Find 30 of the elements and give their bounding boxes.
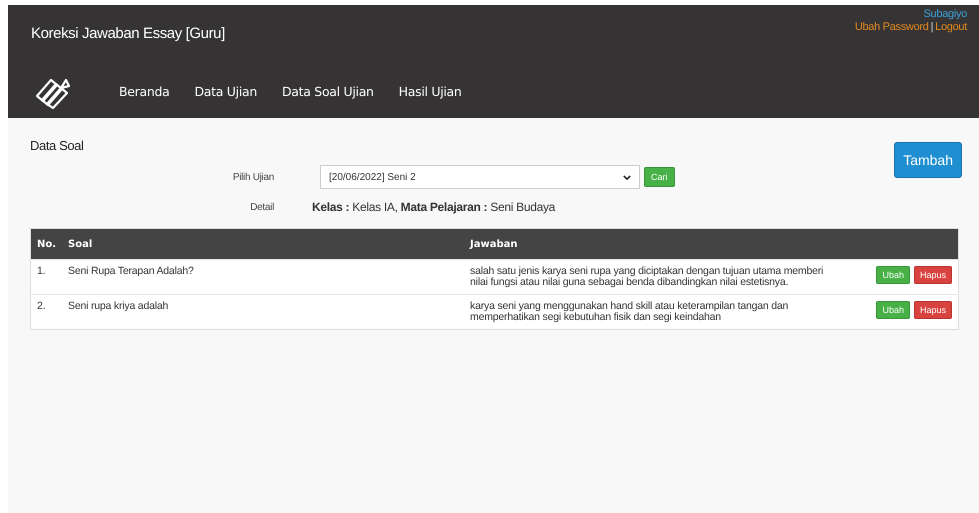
app-title: Koreksi Jawaban Essay [Guru]	[31, 25, 225, 42]
column-header: Jawaban	[464, 228, 846, 260]
detail-label: Detail	[249, 202, 274, 212]
user-link[interactable]: Subagiyo	[924, 8, 967, 21]
edit-button[interactable]: Ubah	[876, 301, 910, 319]
exam-select[interactable]: [20/06/2022] Seni 2	[320, 165, 640, 189]
column-header: Soal	[62, 228, 464, 260]
chevron-icon	[623, 174, 631, 180]
nav-link[interactable]: Beranda	[119, 84, 170, 99]
nav-link[interactable]: Hasil Ujian	[398, 84, 462, 99]
detail-text: Kelas : Kelas IA, Mata Pelajaran : Seni Budaya	[312, 200, 556, 214]
edit-button[interactable]: Ubah	[876, 266, 910, 284]
nav-link[interactable]: Data Soal Ujian	[282, 84, 374, 99]
delete-button[interactable]: Hapus	[914, 301, 952, 319]
header-link[interactable]: Ubah Password	[854, 21, 929, 34]
nav-link[interactable]: Data Ujian	[194, 84, 257, 99]
table-cell: karya seni yang menggunakan hand skill atau keterampilan tangan dan memperhatikan segi kebutuhan fisik dan segi keindahan	[464, 294, 846, 330]
page-title: Data Soal	[30, 138, 84, 153]
delete-button[interactable]: Hapus	[914, 266, 952, 284]
table-cell: 1.	[30, 260, 62, 294]
table-cell: Seni rupa kriya adalah	[62, 294, 464, 330]
field-label: Pilih Ujian	[232, 172, 274, 182]
table-cell: salah satu jenis karya seni rupa yang diciptakan dengan tujuan utama memberi nilai fungsi atau nilai guna sebagai benda dibandingkan nilai estetisnya.	[464, 260, 846, 294]
table-cell: Seni Rupa Terapan Adalah?	[62, 260, 464, 294]
separator: |	[930, 21, 934, 34]
table-cell: 2.	[30, 294, 62, 330]
header-link[interactable]: Logout	[935, 21, 967, 34]
column-header: No.	[30, 228, 62, 260]
add-button[interactable]: Tambah	[894, 142, 962, 178]
search-button[interactable]: Cari	[644, 167, 675, 187]
